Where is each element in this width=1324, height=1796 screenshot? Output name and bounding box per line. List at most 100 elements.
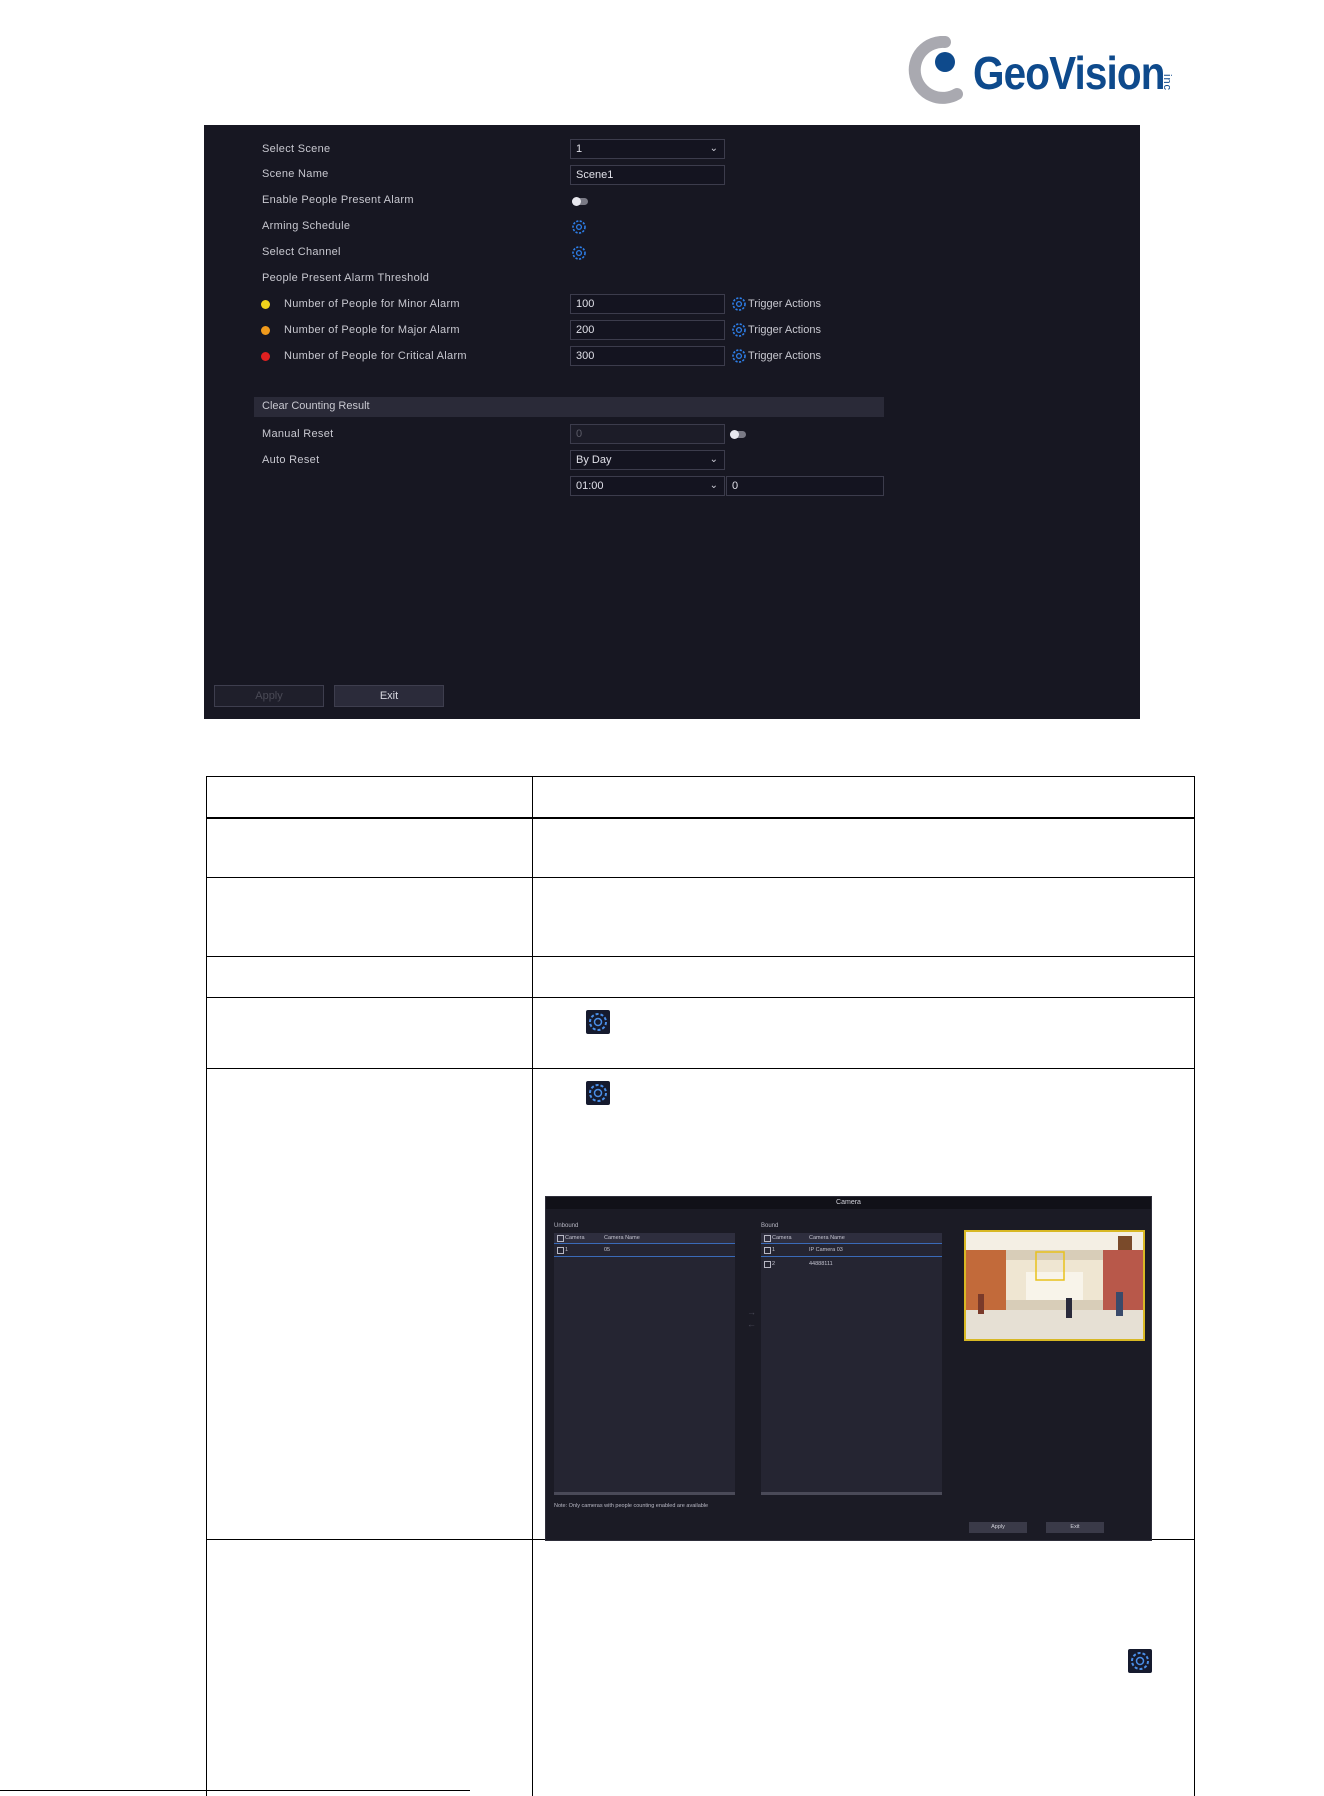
camera-checkbox[interactable] [764, 1247, 771, 1254]
unbound-col-name: Camera Name [604, 1235, 640, 1241]
select-scene-dropdown[interactable]: 1 ⌄ [570, 139, 725, 159]
arrow-right-icon[interactable]: → [747, 1307, 756, 1317]
auto-reset-extra-input[interactable]: 0 [726, 476, 884, 496]
manual-reset-value: 0 [576, 428, 583, 440]
row-divider [554, 1256, 735, 1257]
scene-name-value: Scene1 [576, 169, 614, 181]
table-rule [532, 776, 533, 1796]
table-rule [206, 956, 1195, 957]
minor-alarm-input[interactable]: 100 [570, 294, 725, 314]
minor-alarm-indicator [261, 300, 270, 309]
brand-suffix: inc [1161, 74, 1173, 92]
critical-alarm-value: 300 [576, 350, 595, 362]
major-alarm-input[interactable]: 200 [570, 320, 725, 340]
chevron-down-icon: ⌄ [709, 480, 718, 491]
scene-name-label: Scene Name [262, 168, 329, 180]
critical-alarm-input[interactable]: 300 [570, 346, 725, 366]
geovision-logo-mark-icon [908, 36, 963, 104]
enable-alarm-label: Enable People Present Alarm [262, 194, 414, 206]
bound-list-header: Camera Camera Name [761, 1233, 942, 1244]
bound-heading: Bound [761, 1223, 779, 1229]
bound-row-id: 2 [772, 1261, 776, 1267]
camera-dialog-note: Note: Only cameras with people counting … [554, 1503, 709, 1509]
arming-schedule-label: Arming Schedule [262, 220, 351, 232]
auto-reset-time-dropdown[interactable]: 01:00 ⌄ [570, 476, 725, 496]
auto-reset-time-value: 01:00 [576, 480, 604, 492]
geovision-logo: GeoVision inc [905, 36, 1205, 106]
apply-button[interactable]: Apply [214, 685, 324, 707]
gear-icon [1128, 1649, 1152, 1673]
major-alarm-value: 200 [576, 324, 595, 336]
manual-reset-label: Manual Reset [262, 428, 334, 440]
clear-counting-section: Clear Counting Result [254, 397, 884, 417]
camera-preview-image [964, 1230, 1145, 1341]
unbound-row-id: 1 [565, 1247, 569, 1253]
people-present-settings-panel: Select Scene 1 ⌄ Scene Name Scene1 Enabl… [204, 125, 1140, 719]
minor-trigger-actions-link[interactable]: Trigger Actions [748, 298, 821, 310]
brand-name: GeoVision [973, 47, 1165, 99]
auto-reset-extra-value: 0 [732, 480, 739, 492]
select-all-checkbox[interactable] [764, 1235, 771, 1242]
camera-checkbox[interactable] [764, 1261, 771, 1268]
scrollbar[interactable] [554, 1492, 735, 1495]
scrollbar[interactable] [761, 1492, 942, 1495]
select-all-checkbox[interactable] [557, 1235, 564, 1242]
camera-dialog: Camera Unbound Camera Camera Name 1 05 →… [545, 1196, 1152, 1541]
exit-button[interactable]: Exit [334, 685, 444, 707]
auto-reset-value: By Day [576, 454, 612, 466]
table-rule [1194, 776, 1195, 1796]
manual-reset-toggle[interactable] [730, 430, 746, 439]
bound-col-camera: Camera [772, 1235, 792, 1241]
chevron-down-icon: ⌄ [709, 454, 718, 465]
clear-counting-heading: Clear Counting Result [262, 400, 370, 412]
table-rule [206, 776, 1195, 777]
critical-alarm-indicator [261, 352, 270, 361]
threshold-heading: People Present Alarm Threshold [262, 272, 430, 284]
footnote-rule [0, 1790, 470, 1791]
manual-reset-input: 0 [570, 424, 725, 444]
bound-row-name: IP Camera 03 [809, 1247, 843, 1253]
select-channel-gear-icon[interactable] [571, 245, 587, 261]
camera-apply-button[interactable]: Apply [969, 1522, 1027, 1533]
table-rule [206, 997, 1195, 998]
bound-col-name: Camera Name [809, 1235, 845, 1241]
critical-trigger-gear-icon[interactable] [731, 348, 747, 364]
unbound-list-header: Camera Camera Name [554, 1233, 735, 1244]
gear-icon [586, 1081, 610, 1105]
gear-icon-glyph [589, 1084, 607, 1102]
minor-trigger-gear-icon[interactable] [731, 296, 747, 312]
bound-list: Camera Camera Name 1 IP Camera 03 2 4488… [761, 1233, 942, 1495]
table-rule [206, 877, 1195, 878]
gear-icon-glyph [1131, 1652, 1149, 1670]
critical-alarm-label: Number of People for Critical Alarm [284, 350, 467, 362]
auto-reset-dropdown[interactable]: By Day ⌄ [570, 450, 725, 470]
auto-reset-label: Auto Reset [262, 454, 320, 466]
major-alarm-label: Number of People for Major Alarm [284, 324, 460, 336]
unbound-row-name: 05 [604, 1247, 611, 1253]
minor-alarm-value: 100 [576, 298, 595, 310]
arming-schedule-gear-icon[interactable] [571, 219, 587, 235]
table-rule [206, 817, 1195, 819]
mall-preview-icon [966, 1232, 1143, 1339]
unbound-col-camera: Camera [565, 1235, 585, 1241]
chevron-down-icon: ⌄ [709, 143, 718, 154]
unbound-heading: Unbound [554, 1223, 579, 1229]
bound-row-name: 44888111 [809, 1261, 833, 1267]
major-trigger-gear-icon[interactable] [731, 322, 747, 338]
select-scene-value: 1 [576, 143, 583, 155]
camera-checkbox[interactable] [557, 1247, 564, 1254]
camera-dialog-title: Camera [546, 1197, 1151, 1209]
gear-icon [586, 1010, 610, 1034]
gear-icon-glyph [589, 1013, 607, 1031]
critical-trigger-actions-link[interactable]: Trigger Actions [748, 350, 821, 362]
row-divider [761, 1256, 942, 1257]
unbound-list: Camera Camera Name 1 05 [554, 1233, 735, 1495]
scene-name-input[interactable]: Scene1 [570, 165, 725, 185]
major-trigger-actions-link[interactable]: Trigger Actions [748, 324, 821, 336]
major-alarm-indicator [261, 326, 270, 335]
enable-alarm-toggle[interactable] [572, 197, 588, 206]
select-channel-label: Select Channel [262, 246, 341, 258]
table-rule [206, 776, 207, 1796]
camera-exit-button[interactable]: Exit [1046, 1522, 1104, 1533]
arrow-left-icon[interactable]: ← [747, 1319, 756, 1329]
